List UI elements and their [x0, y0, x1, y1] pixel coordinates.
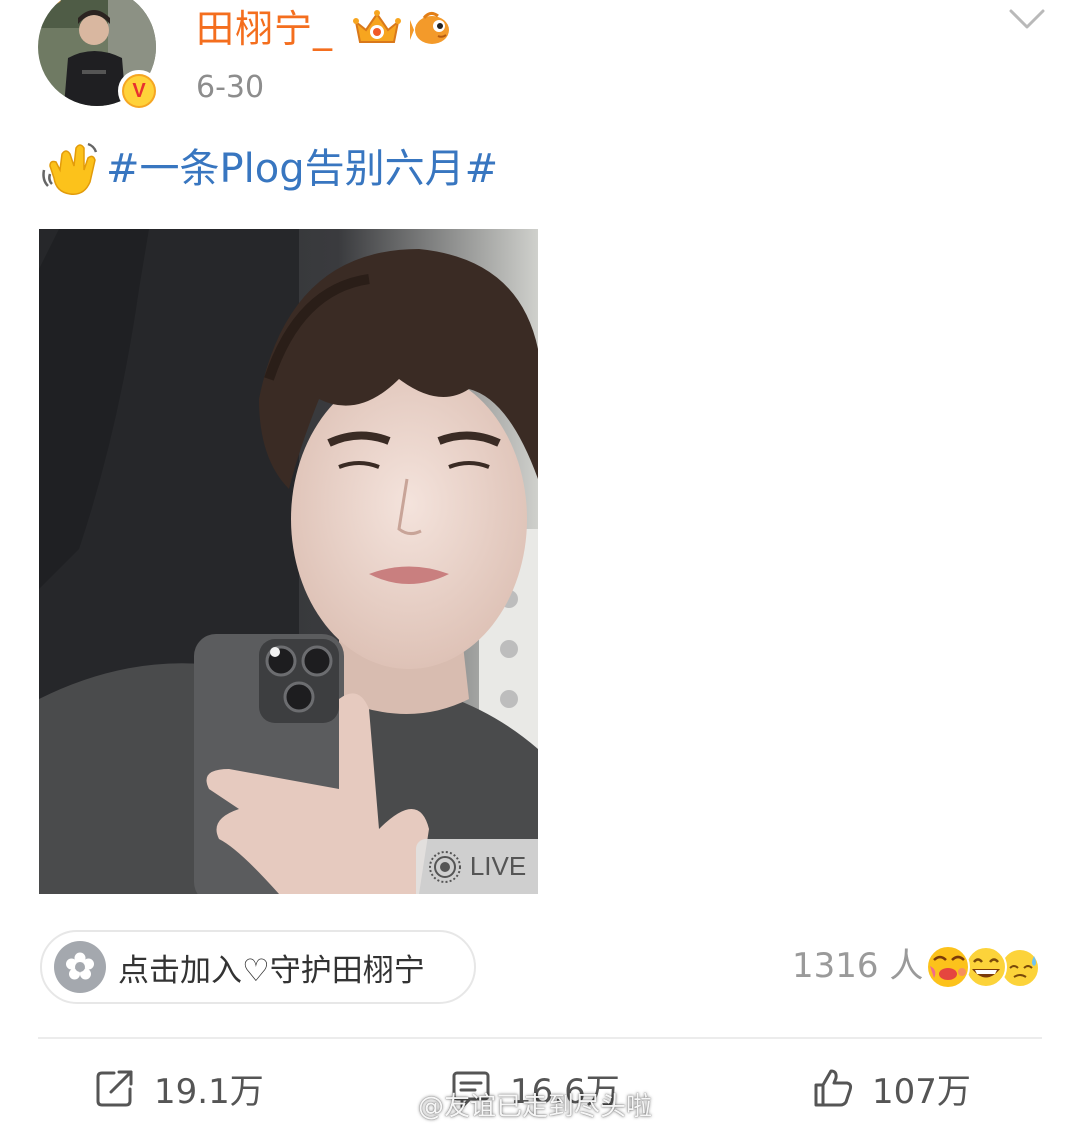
chevron-down-icon[interactable]	[1008, 6, 1046, 32]
post-date: 6-30	[196, 70, 265, 105]
weibo-post: V 田栩宁_ 6-30 #一条Plog告别六月# LIVE 点击加入♡守护田栩宁…	[0, 0, 1080, 1130]
fanclub-people-count: 1316 人	[792, 946, 924, 986]
repost-icon	[96, 1070, 133, 1107]
join-fanclub-button[interactable]: 点击加入♡守护田栩宁	[40, 930, 476, 1004]
waving-hand-icon	[42, 142, 98, 195]
repost-button[interactable]: 19.1万	[94, 1060, 264, 1116]
repost-count: 19.1万	[154, 1071, 264, 1112]
verified-mark: V	[124, 76, 154, 106]
watermark-text: @友谊已走到尽头啦	[418, 1092, 653, 1122]
fanclub-label: 点击加入♡守护田栩宁	[118, 952, 425, 989]
verified-badge: V	[118, 70, 160, 112]
thumbs-up-icon	[814, 1069, 853, 1107]
reaction-avatars[interactable]	[924, 942, 1044, 990]
like-count: 107万	[872, 1071, 971, 1112]
divider	[38, 1037, 1042, 1039]
hashtag-link[interactable]: #一条Plog告别六月#	[106, 140, 498, 198]
live-photo-icon	[428, 850, 461, 883]
flower-icon	[54, 941, 106, 993]
like-button[interactable]: 107万	[812, 1060, 971, 1116]
username[interactable]: 田栩宁_	[196, 6, 333, 52]
blowing-kiss-icon	[926, 945, 970, 989]
fish-badge-icon[interactable]	[410, 8, 452, 48]
post-photo[interactable]: LIVE	[39, 229, 538, 894]
post-text: #一条Plog告别六月#	[40, 140, 498, 198]
live-label: LIVE	[469, 851, 527, 881]
live-photo-badge[interactable]: LIVE	[416, 839, 538, 894]
crown-level-badge-icon[interactable]	[352, 8, 402, 48]
grinning-icon	[965, 946, 1007, 988]
selfie-image	[39, 229, 538, 894]
